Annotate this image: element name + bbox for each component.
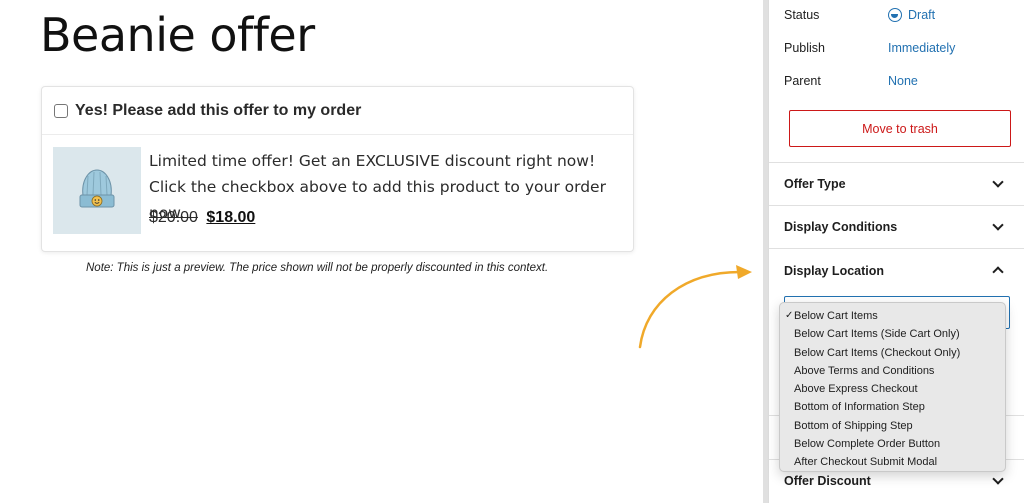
parent-value-link[interactable]: None [888, 74, 918, 88]
product-image [53, 147, 141, 234]
panel-title-display-conditions[interactable]: Display Conditions [784, 220, 897, 234]
offer-checkbox[interactable] [54, 103, 68, 118]
status-value[interactable]: Draft [908, 8, 935, 22]
panel-title-offer-type[interactable]: Offer Type [784, 177, 846, 191]
dropdown-option[interactable]: Below Complete Order Button [780, 435, 1005, 453]
curved-arrow-icon [638, 265, 752, 349]
beanie-icon [79, 168, 115, 207]
publish-value-link[interactable]: Immediately [888, 41, 955, 55]
dropdown-option[interactable]: Above Terms and Conditions [780, 362, 1005, 380]
panel-title-display-location[interactable]: Display Location [784, 264, 884, 278]
dropdown-option[interactable]: Bottom of Information Step [780, 398, 1005, 416]
preview-note: Note: This is just a preview. The price … [86, 262, 549, 274]
price-row: $20.00 $18.00 [149, 209, 255, 227]
parent-label: Parent [784, 74, 821, 88]
offer-body: Limited time offer! Get an EXCLUSIVE dis… [42, 135, 633, 252]
panel-divider [769, 248, 1024, 249]
offer-preview-card: Yes! Please add this offer to my order L… [41, 86, 634, 252]
dropdown-option[interactable]: Above Express Checkout [780, 380, 1005, 398]
panel-divider [769, 205, 1024, 206]
panel-divider [769, 162, 1024, 163]
panel-title-offer-discount[interactable]: Offer Discount [784, 474, 871, 488]
chevron-down-icon[interactable] [992, 473, 1004, 485]
page-title[interactable]: Beanie offer [40, 8, 315, 62]
status-link[interactable]: Draft [888, 8, 935, 22]
chevron-down-icon[interactable] [992, 176, 1004, 188]
chevron-down-icon[interactable] [992, 219, 1004, 231]
offer-header: Yes! Please add this offer to my order [42, 87, 633, 135]
checkmark-icon: ✓ [785, 310, 794, 321]
offer-checkbox-label[interactable]: Yes! Please add this offer to my order [75, 102, 361, 120]
new-price: $18.00 [206, 209, 256, 226]
dropdown-option[interactable]: Bottom of Shipping Step [780, 417, 1005, 435]
status-label: Status [784, 8, 820, 22]
chevron-up-icon[interactable] [992, 266, 1004, 278]
publish-label: Publish [784, 41, 825, 55]
dropdown-option[interactable]: Below Cart Items (Side Cart Only) [780, 325, 1005, 343]
dropdown-option[interactable]: Below Cart Items (Checkout Only) [780, 344, 1005, 362]
draft-status-icon [888, 8, 902, 22]
dropdown-option[interactable]: ✓ Below Cart Items [780, 307, 1005, 325]
old-price: $20.00 [149, 209, 198, 226]
move-to-trash-button[interactable]: Move to trash [789, 110, 1011, 147]
display-location-dropdown: ✓ Below Cart Items Below Cart Items (Side… [779, 302, 1006, 472]
dropdown-option[interactable]: After Checkout Submit Modal [780, 453, 1005, 471]
